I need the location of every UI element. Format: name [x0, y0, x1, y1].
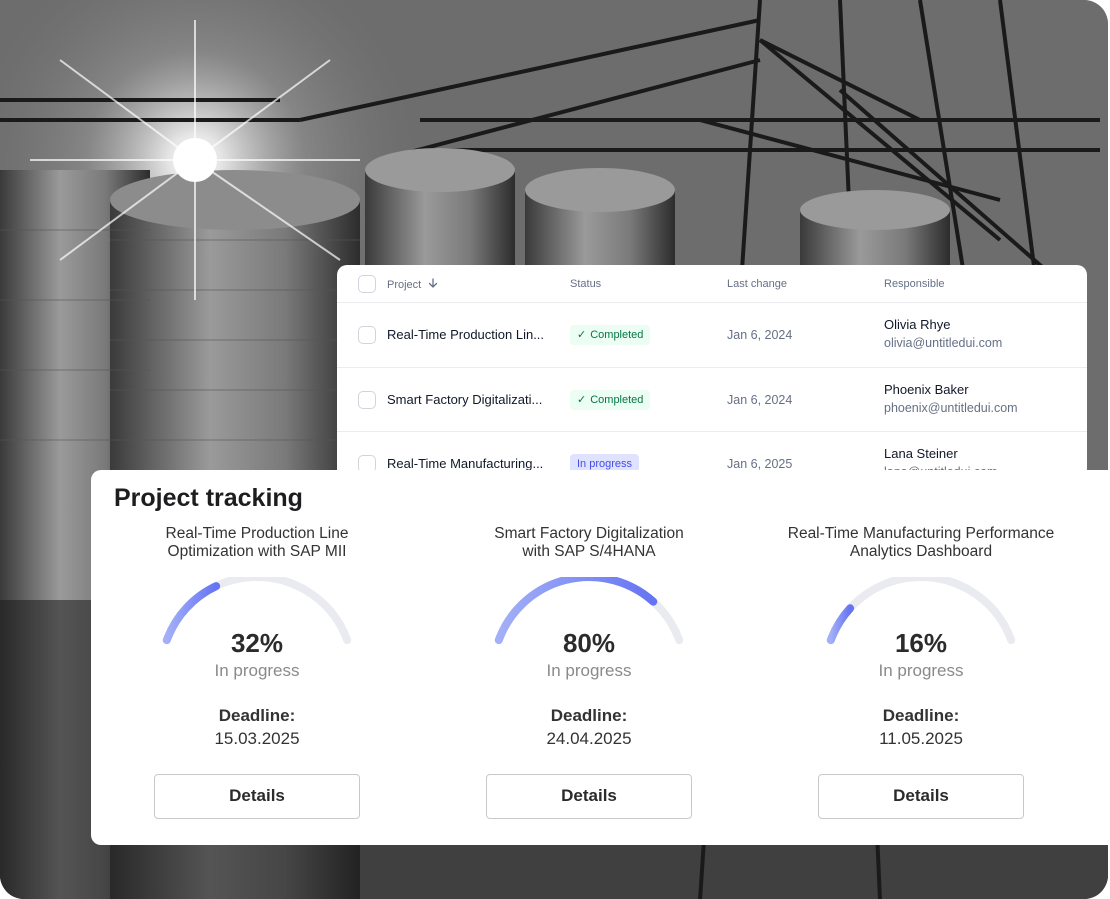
- progress-status: In progress: [546, 661, 632, 680]
- check-icon: ✓: [577, 393, 587, 406]
- project-title-line1: Real-Time Production Line: [165, 525, 349, 542]
- last-change-date: Jan 6, 2024: [727, 392, 793, 407]
- table-header: Project Status Last change Responsible: [337, 265, 1087, 303]
- responsible-name: Lana Steiner: [884, 446, 958, 461]
- select-all-checkbox[interactable]: [358, 275, 376, 293]
- arrow-down-icon: [429, 278, 438, 288]
- responsible-email: phoenix@untitledui.com: [884, 400, 1018, 415]
- column-responsible: Responsible: [884, 278, 945, 290]
- progress-percent: 16%: [894, 628, 948, 658]
- projects-table: Project Status Last change Responsible R…: [337, 265, 1087, 497]
- row-checkbox[interactable]: [358, 326, 376, 344]
- details-button[interactable]: Details: [818, 774, 1024, 819]
- column-project-label: Project: [387, 279, 422, 291]
- details-button[interactable]: Details: [154, 774, 360, 819]
- project-name: Real-Time Manufacturing...: [387, 456, 544, 471]
- status-badge: ✓ Completed: [570, 325, 651, 345]
- responsible-name: Olivia Rhye: [884, 317, 951, 332]
- last-change-date: Jan 6, 2024: [727, 328, 793, 342]
- status-label: Completed: [590, 393, 644, 406]
- column-project[interactable]: Project: [387, 278, 438, 291]
- table-row[interactable]: Smart Factory Digitalizati... ✓ Completed…: [337, 368, 1087, 432]
- table-row[interactable]: Real-Time Production Lin... ✓ Completed J…: [337, 303, 1087, 368]
- progress-percent: 32%: [230, 628, 284, 658]
- row-checkbox[interactable]: [358, 390, 376, 409]
- project-tracking-card: Project tracking Real-Time Production Li…: [91, 470, 1108, 845]
- project-title: Real-Time Production Line Optimization w…: [91, 525, 423, 561]
- column-status: Status: [570, 278, 602, 290]
- responsible-name: Phoenix Baker: [884, 381, 969, 397]
- project-tracker: Real-Time Manufacturing Performance Anal…: [755, 525, 1087, 835]
- column-last-change: Last change: [727, 278, 787, 290]
- deadline-date: 24.04.2025: [546, 729, 632, 748]
- project-name: Real-Time Production Lin...: [387, 327, 545, 342]
- project-title-line1: Smart Factory Digitalization: [494, 525, 684, 542]
- progress-percent: 80%: [562, 628, 616, 658]
- project-title-line2: Optimization with SAP MII: [167, 543, 347, 560]
- project-title: Smart Factory Digitalization with SAP S/…: [423, 525, 755, 561]
- progress-status: In progress: [214, 661, 300, 680]
- responsible-email: olivia@untitledui.com: [884, 336, 1003, 350]
- project-title-line1: Real-Time Manufacturing Performance: [787, 525, 1055, 542]
- status-badge: ✓ Completed: [570, 389, 651, 410]
- deadline-label: Deadline:: [882, 706, 960, 725]
- tracking-title: Project tracking: [114, 484, 303, 512]
- progress-status: In progress: [878, 661, 964, 680]
- deadline-label: Deadline:: [218, 706, 296, 725]
- deadline-date: 15.03.2025: [214, 729, 300, 748]
- project-title-line2: with SAP S/4HANA: [522, 543, 656, 560]
- details-button[interactable]: Details: [486, 774, 692, 819]
- last-change-date: Jan 6, 2025: [727, 457, 793, 471]
- project-tracker: Real-Time Production Line Optimization w…: [91, 525, 423, 835]
- project-name: Smart Factory Digitalizati...: [387, 391, 543, 407]
- project-tracker: Smart Factory Digitalization with SAP S/…: [423, 525, 755, 835]
- check-icon: ✓: [577, 329, 587, 341]
- project-title: Real-Time Manufacturing Performance Anal…: [755, 525, 1087, 561]
- deadline-date: 11.05.2025: [879, 729, 963, 748]
- project-title-line2: Analytics Dashboard: [849, 543, 993, 560]
- status-label: Completed: [590, 329, 644, 341]
- deadline-label: Deadline:: [550, 706, 628, 725]
